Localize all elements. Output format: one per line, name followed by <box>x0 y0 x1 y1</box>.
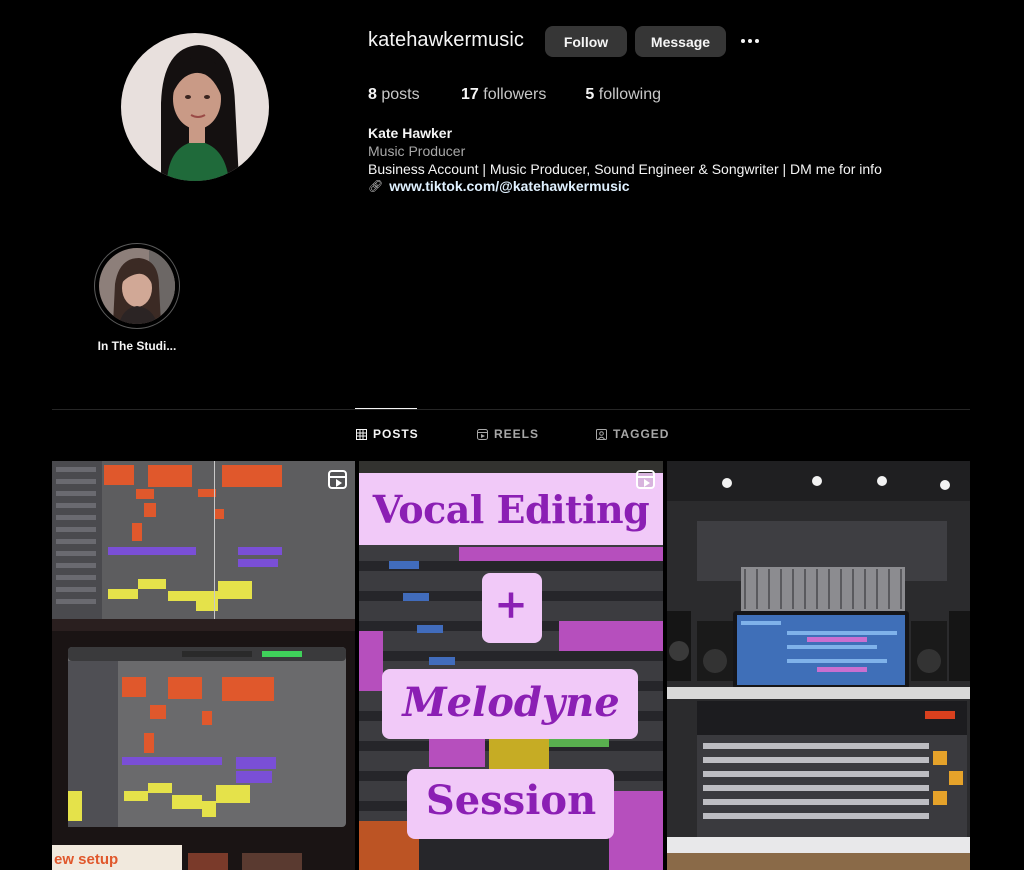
tagged-icon <box>596 428 607 440</box>
post-1-overlay-text: ew setup <box>54 851 119 868</box>
follow-button[interactable]: Follow <box>545 26 627 57</box>
post-thumbnail-2[interactable]: Vocal Editing + Melodyne Session <box>359 461 663 870</box>
followers-count-label: followers <box>483 86 547 103</box>
tab-reels[interactable]: REELS <box>477 427 539 441</box>
posts-count-value: 8 <box>368 86 377 103</box>
post-image-studio-console <box>667 461 970 870</box>
post-2-overlay-melodyne: Melodyne <box>402 679 620 726</box>
grid-icon <box>356 428 367 440</box>
post-2-overlay-plus: + <box>494 581 528 628</box>
reels-icon <box>328 470 347 489</box>
profile-avatar[interactable] <box>121 33 269 181</box>
reels-icon <box>636 470 655 489</box>
link-icon: 🔗︎ <box>368 179 384 193</box>
more-options-icon[interactable] <box>738 30 762 52</box>
tab-reels-label: REELS <box>494 427 540 441</box>
active-tab-indicator <box>355 408 417 409</box>
profile-link-text[interactable]: www.tiktok.com/@katehawkermusic <box>389 178 629 194</box>
following-count[interactable]: 5 following <box>585 86 661 104</box>
profile-full-name: Kate Hawker <box>368 125 453 141</box>
posts-count: 8 posts <box>368 86 422 104</box>
message-button[interactable]: Message <box>635 26 726 57</box>
reels-icon <box>477 428 488 440</box>
post-thumbnail-3[interactable] <box>667 461 970 870</box>
highlight-in-the-studio[interactable] <box>94 243 180 329</box>
tab-posts[interactable]: POSTS <box>356 427 419 441</box>
post-2-overlay-session: Session <box>425 777 597 824</box>
followers-count[interactable]: 17 followers <box>461 86 546 104</box>
profile-username: katehawkermusic <box>368 29 525 51</box>
post-2-overlay-title: Vocal Editing <box>372 487 650 532</box>
highlight-cover <box>99 248 175 324</box>
post-thumbnail-1[interactable]: ew setup <box>52 461 355 870</box>
profile-category: Music Producer <box>368 143 466 159</box>
post-image-daw-laptop <box>52 461 355 870</box>
following-count-value: 5 <box>585 86 595 103</box>
tab-tagged-label: TAGGED <box>613 427 670 441</box>
tab-tagged[interactable]: TAGGED <box>596 427 669 441</box>
profile-stats: 8 posts 17 followers 5 following <box>368 86 700 104</box>
profile-bio: Business Account | Music Producer, Sound… <box>368 161 882 177</box>
profile-link[interactable]: 🔗︎ www.tiktok.com/@katehawkermusic <box>368 178 630 194</box>
followers-count-value: 17 <box>461 86 479 103</box>
tab-posts-label: POSTS <box>373 427 419 441</box>
tabs-divider <box>52 409 970 410</box>
posts-count-label: posts <box>381 86 420 103</box>
highlight-label: In The Studi... <box>97 339 177 353</box>
following-count-label: following <box>598 86 662 103</box>
